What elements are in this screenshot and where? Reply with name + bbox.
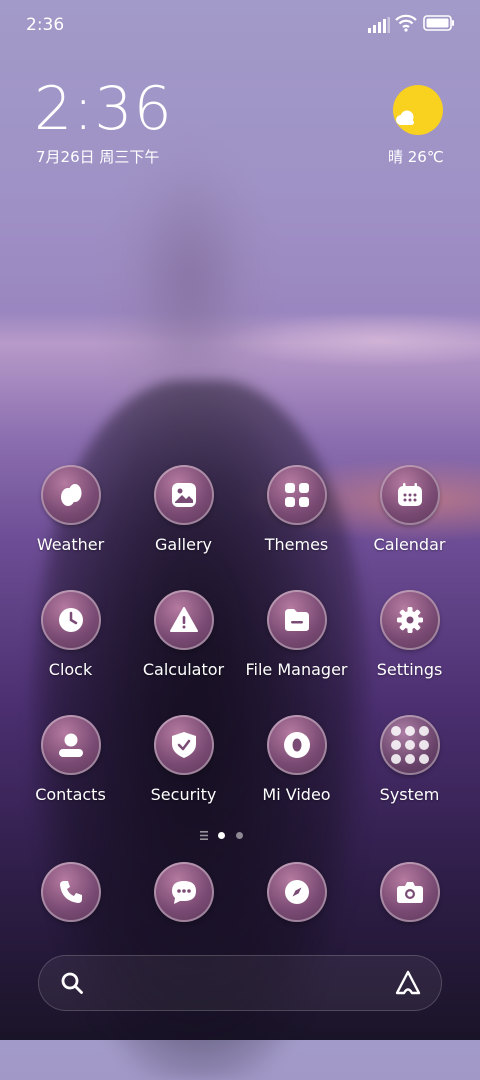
app-label: Calendar	[373, 535, 446, 554]
app-label: File Manager	[245, 660, 348, 679]
signal-icon	[368, 17, 390, 33]
phone-icon	[40, 862, 101, 922]
dock-messages[interactable]	[127, 862, 240, 924]
app-label: Clock	[48, 660, 93, 679]
contacts-icon	[40, 715, 101, 775]
page-indicator[interactable]	[200, 830, 250, 842]
clock-date: 7月26日 周三下午	[36, 148, 160, 166]
app-calculator[interactable]: Calculator	[127, 590, 240, 690]
app-label: System	[379, 785, 440, 804]
app-weather[interactable]: Weather	[14, 465, 127, 565]
mi-video-icon	[266, 715, 327, 775]
weather-icon	[40, 465, 101, 525]
search-bar[interactable]	[38, 955, 442, 1011]
app-label: Calculator	[142, 660, 225, 679]
folder-preview	[390, 726, 429, 764]
page-dot-active[interactable]	[218, 832, 225, 839]
weather-text: 晴 26℃	[388, 148, 444, 166]
search-icon	[61, 972, 83, 994]
app-folder-system[interactable]: System	[353, 715, 466, 815]
page-dot[interactable]	[236, 832, 243, 839]
app-label: Gallery	[155, 535, 212, 554]
dock-camera[interactable]	[353, 862, 466, 924]
wallpaper-highlight	[130, 170, 250, 390]
app-security[interactable]: Security	[127, 715, 240, 815]
battery-icon	[423, 15, 454, 31]
clock-icon	[40, 590, 101, 650]
app-label: Themes	[264, 535, 329, 554]
calendar-icon	[379, 465, 440, 525]
clock-time[interactable]: 2:36	[34, 78, 173, 140]
status-time: 2:36	[26, 15, 65, 35]
dock-browser[interactable]	[240, 862, 353, 924]
themes-icon	[266, 465, 327, 525]
sun-icon[interactable]	[392, 84, 444, 136]
status-bar: 2:36	[0, 0, 480, 50]
camera-icon	[379, 862, 440, 922]
page-list-icon	[200, 831, 208, 840]
app-file-manager[interactable]: File Manager	[240, 590, 353, 690]
gallery-icon	[153, 465, 214, 525]
app-settings[interactable]: Settings	[353, 590, 466, 690]
app-themes[interactable]: Themes	[240, 465, 353, 565]
wifi-icon	[395, 14, 417, 32]
app-label: Security	[150, 785, 217, 804]
settings-icon	[379, 590, 440, 650]
folder-icon	[379, 715, 440, 775]
app-mi-video[interactable]: Mi Video	[240, 715, 353, 815]
browser-icon	[266, 862, 327, 922]
app-label: Contacts	[35, 785, 106, 804]
file-manager-icon	[266, 590, 327, 650]
app-gallery[interactable]: Gallery	[127, 465, 240, 565]
security-icon	[153, 715, 214, 775]
app-calendar[interactable]: Calendar	[353, 465, 466, 565]
app-contacts[interactable]: Contacts	[14, 715, 127, 815]
app-label: Mi Video	[262, 785, 331, 804]
app-clock[interactable]: Clock	[14, 590, 127, 690]
app-label: Weather	[36, 535, 105, 554]
messages-icon	[153, 862, 214, 922]
assistant-icon[interactable]	[394, 969, 422, 997]
app-label: Settings	[376, 660, 443, 679]
dock-phone[interactable]	[14, 862, 127, 924]
calculator-icon	[153, 590, 214, 650]
